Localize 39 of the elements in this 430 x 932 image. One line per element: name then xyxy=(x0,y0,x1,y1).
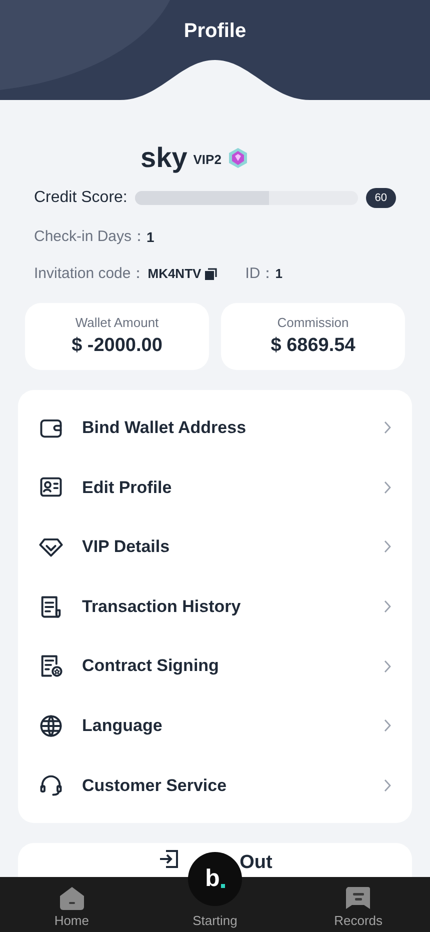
id-label: ID： xyxy=(245,264,276,284)
chevron-right-icon xyxy=(384,421,392,434)
chevron-right-icon xyxy=(384,540,392,554)
chevron-right-icon xyxy=(384,719,392,732)
home-icon xyxy=(58,884,86,910)
username: sky xyxy=(140,144,188,172)
balance-amount: $ 6869.54 xyxy=(270,334,356,358)
chevron-right-icon xyxy=(384,660,392,673)
check-in-value: 1 xyxy=(146,228,154,247)
menu-item[interactable]: VIP Details xyxy=(18,517,412,577)
menu-item[interactable]: Contract Signing xyxy=(18,636,412,696)
vip-level: VIP2 xyxy=(193,151,222,170)
menu-item[interactable]: Language xyxy=(18,696,412,756)
receipt-icon xyxy=(344,884,372,910)
logo-button[interactable]: b xyxy=(188,852,242,906)
vip-badge-icon xyxy=(227,147,250,169)
page-title: Profile xyxy=(184,19,246,44)
balance-label: Wallet Amount xyxy=(75,314,159,332)
menu-item[interactable]: Bind Wallet Address xyxy=(18,398,412,458)
menu-item[interactable]: Customer Service xyxy=(18,756,412,816)
nav-tab[interactable]: Records xyxy=(286,884,430,932)
check-in-label: Check-in Days： xyxy=(34,227,147,247)
nav-tab[interactable]: Home xyxy=(0,884,144,932)
globe-icon xyxy=(38,712,64,739)
logout-icon xyxy=(158,849,180,869)
balance-label: Commission xyxy=(277,314,349,332)
menu-item[interactable]: Transaction History xyxy=(18,576,412,636)
credit-score-label: Credit Score: xyxy=(34,188,128,208)
invitation-label: Invitation code： xyxy=(34,264,146,284)
balance-amount: $ -2000.00 xyxy=(72,334,162,358)
id-value: 1 xyxy=(275,265,282,283)
chevron-right-icon xyxy=(384,778,392,792)
credit-score-badge: 60 xyxy=(366,188,396,208)
copy-icon[interactable] xyxy=(205,268,218,280)
chevron-right-icon xyxy=(384,600,392,614)
chevron-right-icon xyxy=(384,480,392,494)
invitation-code: MK4NTV xyxy=(148,265,202,283)
menu-item[interactable]: Edit Profile xyxy=(18,458,412,518)
nav-tab[interactable]: Starting xyxy=(143,910,287,932)
